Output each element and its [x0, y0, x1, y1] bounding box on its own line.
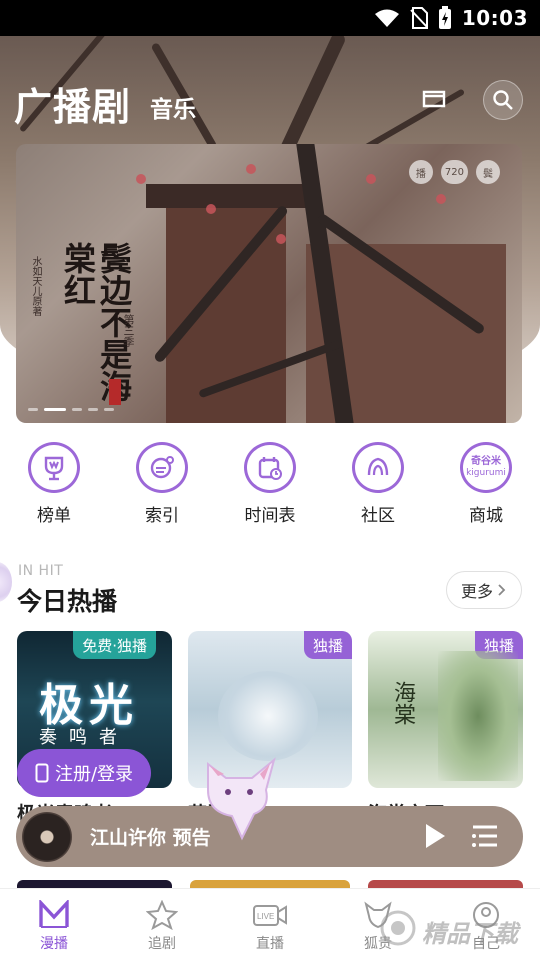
platform-badge: 播 [408, 160, 433, 184]
section-kicker: IN HIT [18, 563, 64, 579]
nav-community[interactable]: 社区 [324, 442, 432, 526]
chevron-right-icon [498, 584, 506, 596]
tab-home[interactable]: 漫播 [0, 889, 108, 960]
nav-schedule[interactable]: 时间表 [216, 442, 324, 526]
nav-label: 社区 [361, 506, 395, 526]
home-m-icon [36, 899, 72, 931]
side-float-orb[interactable] [0, 562, 12, 602]
community-icon [352, 442, 404, 493]
banner-subtitle: 水如天儿原著 [30, 256, 41, 316]
top-header: 广播剧 音乐 [0, 72, 540, 132]
carousel-dot [72, 408, 82, 411]
tab-label: 直播 [256, 936, 284, 952]
carousel-dot [88, 408, 98, 411]
phone-icon [35, 763, 49, 783]
card-badge: 免费·独播 [73, 631, 156, 659]
section-title: 今日热播 [17, 587, 118, 616]
kigurumi-shop-icon: 奇谷米 kigurumi [460, 442, 512, 493]
card-artwork [438, 651, 518, 781]
play-icon[interactable] [419, 821, 449, 851]
carousel-dot [28, 408, 38, 411]
playlist-icon[interactable] [470, 821, 500, 851]
nav-label: 商城 [469, 506, 503, 526]
more-button[interactable]: 更多 [446, 571, 522, 609]
status-bar: 10:03 [0, 0, 540, 36]
star-icon [144, 899, 180, 931]
vinyl-disc-icon [22, 812, 72, 862]
no-sim-icon [410, 7, 428, 29]
fox-mascot-icon[interactable] [196, 756, 282, 842]
tab-live[interactable]: LIVE 直播 [216, 889, 324, 960]
calendar-clock-icon [244, 442, 296, 493]
tab-label: 追剧 [148, 936, 176, 952]
banner-season: 第三季 [122, 314, 135, 347]
nav-shop[interactable]: 奇谷米 kigurumi 商城 [432, 442, 540, 526]
drama-card[interactable]: 独播 海棠 [368, 631, 523, 788]
message-button[interactable] [414, 80, 454, 120]
now-playing-title: 江山许你 预告 [90, 827, 211, 849]
nav-index[interactable]: 索引 [108, 442, 216, 526]
site-watermark: 精品下载 [370, 900, 540, 956]
watermark-logo-icon [380, 910, 416, 946]
nav-label: 索引 [145, 506, 179, 526]
carousel-dot-active [44, 408, 66, 411]
more-label: 更多 [460, 582, 493, 601]
shop-brand-en: kigurumi [466, 468, 506, 478]
index-icon [136, 442, 188, 493]
tab-follow[interactable]: 追剧 [108, 889, 216, 960]
clock: 10:03 [461, 6, 528, 30]
card-badge: 独播 [303, 631, 352, 659]
promo-banner[interactable]: 水如天儿原著 鬓边不是海棠红 第三季 播 720 鬓 [16, 144, 522, 423]
trophy-icon [28, 442, 80, 493]
search-icon [493, 90, 513, 110]
battery-charging-icon [438, 6, 451, 29]
carousel-indicator [28, 408, 114, 411]
banner-seal [109, 379, 121, 405]
card-art-subtitle: 奏鸣者 [39, 727, 129, 748]
carousel-dot [104, 408, 114, 411]
live-icon: LIVE [252, 899, 288, 931]
app-screen: 10:03 广播剧 音乐 水如天儿原著 鬓边不是海棠红 第三季 播 720 鬓 … [0, 0, 540, 960]
tab-music[interactable]: 音乐 [150, 90, 196, 124]
nav-label: 榜单 [37, 506, 71, 526]
login-label: 注册/登录 [54, 764, 134, 785]
quick-nav: 榜单 索引 时间表 社区 奇谷米 kigurumi 商城 [0, 442, 540, 526]
search-button[interactable] [483, 80, 523, 120]
message-icon [422, 90, 446, 108]
wifi-icon [374, 9, 399, 27]
shop-brand-cn: 奇谷米 [471, 456, 501, 467]
tab-radio-drama[interactable]: 广播剧 [14, 76, 131, 131]
svg-text:LIVE: LIVE [257, 912, 274, 921]
tab-label: 漫播 [40, 936, 68, 952]
card-art-title: 海棠 [390, 681, 415, 725]
seal-badge: 鬓 [476, 160, 500, 184]
nav-ranking[interactable]: 榜单 [0, 442, 108, 526]
card-artwork [218, 671, 318, 761]
code-badge: 720 [440, 160, 468, 184]
nav-label: 时间表 [244, 506, 296, 526]
banner-badges: 播 720 鬓 [408, 160, 500, 184]
login-button[interactable]: 注册/登录 [17, 749, 151, 797]
watermark-text: 精品下载 [422, 920, 518, 948]
